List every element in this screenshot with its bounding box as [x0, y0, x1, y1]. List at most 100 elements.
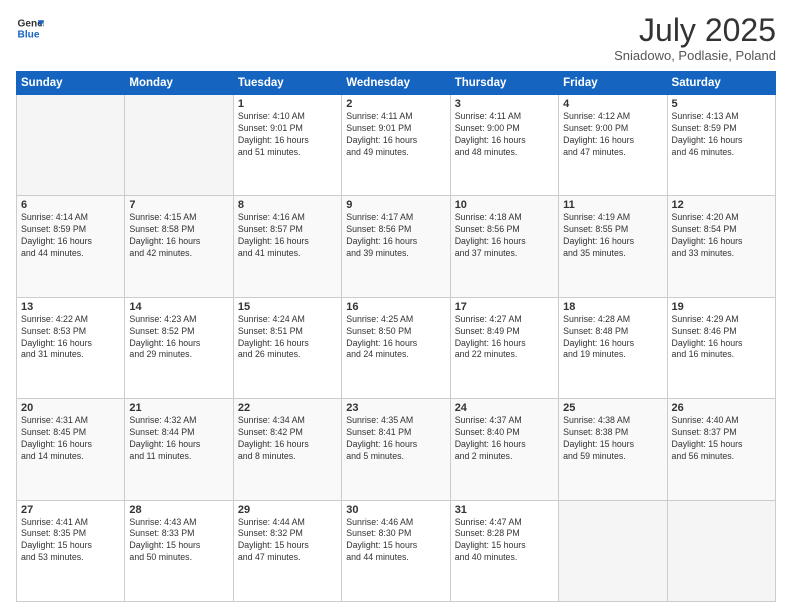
logo-icon: General Blue: [16, 14, 44, 42]
day-content: Sunrise: 4:11 AMSunset: 9:00 PMDaylight:…: [455, 111, 554, 159]
day-number: 21: [129, 402, 228, 414]
table-row: 5Sunrise: 4:13 AMSunset: 8:59 PMDaylight…: [667, 95, 775, 196]
table-row: 4Sunrise: 4:12 AMSunset: 9:00 PMDaylight…: [559, 95, 667, 196]
day-number: 16: [346, 301, 445, 313]
day-number: 25: [563, 402, 662, 414]
col-tuesday: Tuesday: [233, 72, 341, 95]
day-number: 19: [672, 301, 771, 313]
day-number: 7: [129, 199, 228, 211]
day-number: 31: [455, 504, 554, 516]
table-row: 2Sunrise: 4:11 AMSunset: 9:01 PMDaylight…: [342, 95, 450, 196]
day-content: Sunrise: 4:12 AMSunset: 9:00 PMDaylight:…: [563, 111, 662, 159]
day-number: 12: [672, 199, 771, 211]
table-row: 7Sunrise: 4:15 AMSunset: 8:58 PMDaylight…: [125, 196, 233, 297]
day-content: Sunrise: 4:27 AMSunset: 8:49 PMDaylight:…: [455, 314, 554, 362]
day-content: Sunrise: 4:46 AMSunset: 8:30 PMDaylight:…: [346, 517, 445, 565]
day-content: Sunrise: 4:47 AMSunset: 8:28 PMDaylight:…: [455, 517, 554, 565]
day-content: Sunrise: 4:43 AMSunset: 8:33 PMDaylight:…: [129, 517, 228, 565]
day-number: 23: [346, 402, 445, 414]
table-row: 21Sunrise: 4:32 AMSunset: 8:44 PMDayligh…: [125, 399, 233, 500]
table-row: 23Sunrise: 4:35 AMSunset: 8:41 PMDayligh…: [342, 399, 450, 500]
day-content: Sunrise: 4:38 AMSunset: 8:38 PMDaylight:…: [563, 415, 662, 463]
table-row: 11Sunrise: 4:19 AMSunset: 8:55 PMDayligh…: [559, 196, 667, 297]
table-row: 16Sunrise: 4:25 AMSunset: 8:50 PMDayligh…: [342, 297, 450, 398]
table-row: [559, 500, 667, 601]
table-row: 30Sunrise: 4:46 AMSunset: 8:30 PMDayligh…: [342, 500, 450, 601]
table-row: 6Sunrise: 4:14 AMSunset: 8:59 PMDaylight…: [17, 196, 125, 297]
day-content: Sunrise: 4:44 AMSunset: 8:32 PMDaylight:…: [238, 517, 337, 565]
calendar-header-row: Sunday Monday Tuesday Wednesday Thursday…: [17, 72, 776, 95]
day-number: 8: [238, 199, 337, 211]
day-content: Sunrise: 4:29 AMSunset: 8:46 PMDaylight:…: [672, 314, 771, 362]
day-number: 11: [563, 199, 662, 211]
table-row: 10Sunrise: 4:18 AMSunset: 8:56 PMDayligh…: [450, 196, 558, 297]
day-content: Sunrise: 4:25 AMSunset: 8:50 PMDaylight:…: [346, 314, 445, 362]
table-row: 28Sunrise: 4:43 AMSunset: 8:33 PMDayligh…: [125, 500, 233, 601]
day-number: 6: [21, 199, 120, 211]
day-content: Sunrise: 4:28 AMSunset: 8:48 PMDaylight:…: [563, 314, 662, 362]
table-row: 24Sunrise: 4:37 AMSunset: 8:40 PMDayligh…: [450, 399, 558, 500]
table-row: 13Sunrise: 4:22 AMSunset: 8:53 PMDayligh…: [17, 297, 125, 398]
day-number: 27: [21, 504, 120, 516]
day-content: Sunrise: 4:18 AMSunset: 8:56 PMDaylight:…: [455, 212, 554, 260]
calendar-week-2: 6Sunrise: 4:14 AMSunset: 8:59 PMDaylight…: [17, 196, 776, 297]
day-content: Sunrise: 4:35 AMSunset: 8:41 PMDaylight:…: [346, 415, 445, 463]
day-content: Sunrise: 4:37 AMSunset: 8:40 PMDaylight:…: [455, 415, 554, 463]
col-monday: Monday: [125, 72, 233, 95]
day-content: Sunrise: 4:17 AMSunset: 8:56 PMDaylight:…: [346, 212, 445, 260]
table-row: 3Sunrise: 4:11 AMSunset: 9:00 PMDaylight…: [450, 95, 558, 196]
day-content: Sunrise: 4:13 AMSunset: 8:59 PMDaylight:…: [672, 111, 771, 159]
day-content: Sunrise: 4:31 AMSunset: 8:45 PMDaylight:…: [21, 415, 120, 463]
calendar-table: Sunday Monday Tuesday Wednesday Thursday…: [16, 71, 776, 602]
col-saturday: Saturday: [667, 72, 775, 95]
header: General Blue July 2025 Sniadowo, Podlasi…: [16, 14, 776, 63]
day-number: 10: [455, 199, 554, 211]
table-row: 22Sunrise: 4:34 AMSunset: 8:42 PMDayligh…: [233, 399, 341, 500]
calendar-week-4: 20Sunrise: 4:31 AMSunset: 8:45 PMDayligh…: [17, 399, 776, 500]
table-row: 20Sunrise: 4:31 AMSunset: 8:45 PMDayligh…: [17, 399, 125, 500]
day-number: 29: [238, 504, 337, 516]
col-friday: Friday: [559, 72, 667, 95]
day-content: Sunrise: 4:11 AMSunset: 9:01 PMDaylight:…: [346, 111, 445, 159]
table-row: 14Sunrise: 4:23 AMSunset: 8:52 PMDayligh…: [125, 297, 233, 398]
logo: General Blue: [16, 14, 44, 42]
day-number: 15: [238, 301, 337, 313]
day-number: 20: [21, 402, 120, 414]
day-content: Sunrise: 4:19 AMSunset: 8:55 PMDaylight:…: [563, 212, 662, 260]
col-sunday: Sunday: [17, 72, 125, 95]
col-wednesday: Wednesday: [342, 72, 450, 95]
col-thursday: Thursday: [450, 72, 558, 95]
day-content: Sunrise: 4:24 AMSunset: 8:51 PMDaylight:…: [238, 314, 337, 362]
day-number: 2: [346, 98, 445, 110]
table-row: [125, 95, 233, 196]
month-title: July 2025: [614, 14, 776, 46]
table-row: 17Sunrise: 4:27 AMSunset: 8:49 PMDayligh…: [450, 297, 558, 398]
table-row: 31Sunrise: 4:47 AMSunset: 8:28 PMDayligh…: [450, 500, 558, 601]
day-number: 9: [346, 199, 445, 211]
svg-text:Blue: Blue: [18, 29, 40, 40]
table-row: 19Sunrise: 4:29 AMSunset: 8:46 PMDayligh…: [667, 297, 775, 398]
day-content: Sunrise: 4:40 AMSunset: 8:37 PMDaylight:…: [672, 415, 771, 463]
day-number: 28: [129, 504, 228, 516]
day-number: 30: [346, 504, 445, 516]
table-row: 29Sunrise: 4:44 AMSunset: 8:32 PMDayligh…: [233, 500, 341, 601]
table-row: 26Sunrise: 4:40 AMSunset: 8:37 PMDayligh…: [667, 399, 775, 500]
day-content: Sunrise: 4:14 AMSunset: 8:59 PMDaylight:…: [21, 212, 120, 260]
table-row: 8Sunrise: 4:16 AMSunset: 8:57 PMDaylight…: [233, 196, 341, 297]
day-content: Sunrise: 4:23 AMSunset: 8:52 PMDaylight:…: [129, 314, 228, 362]
day-number: 13: [21, 301, 120, 313]
day-content: Sunrise: 4:34 AMSunset: 8:42 PMDaylight:…: [238, 415, 337, 463]
calendar-week-1: 1Sunrise: 4:10 AMSunset: 9:01 PMDaylight…: [17, 95, 776, 196]
day-number: 17: [455, 301, 554, 313]
title-block: July 2025 Sniadowo, Podlasie, Poland: [614, 14, 776, 63]
day-content: Sunrise: 4:16 AMSunset: 8:57 PMDaylight:…: [238, 212, 337, 260]
table-row: 9Sunrise: 4:17 AMSunset: 8:56 PMDaylight…: [342, 196, 450, 297]
day-content: Sunrise: 4:10 AMSunset: 9:01 PMDaylight:…: [238, 111, 337, 159]
day-number: 26: [672, 402, 771, 414]
table-row: 1Sunrise: 4:10 AMSunset: 9:01 PMDaylight…: [233, 95, 341, 196]
day-number: 14: [129, 301, 228, 313]
day-content: Sunrise: 4:41 AMSunset: 8:35 PMDaylight:…: [21, 517, 120, 565]
day-content: Sunrise: 4:20 AMSunset: 8:54 PMDaylight:…: [672, 212, 771, 260]
day-content: Sunrise: 4:15 AMSunset: 8:58 PMDaylight:…: [129, 212, 228, 260]
day-number: 18: [563, 301, 662, 313]
